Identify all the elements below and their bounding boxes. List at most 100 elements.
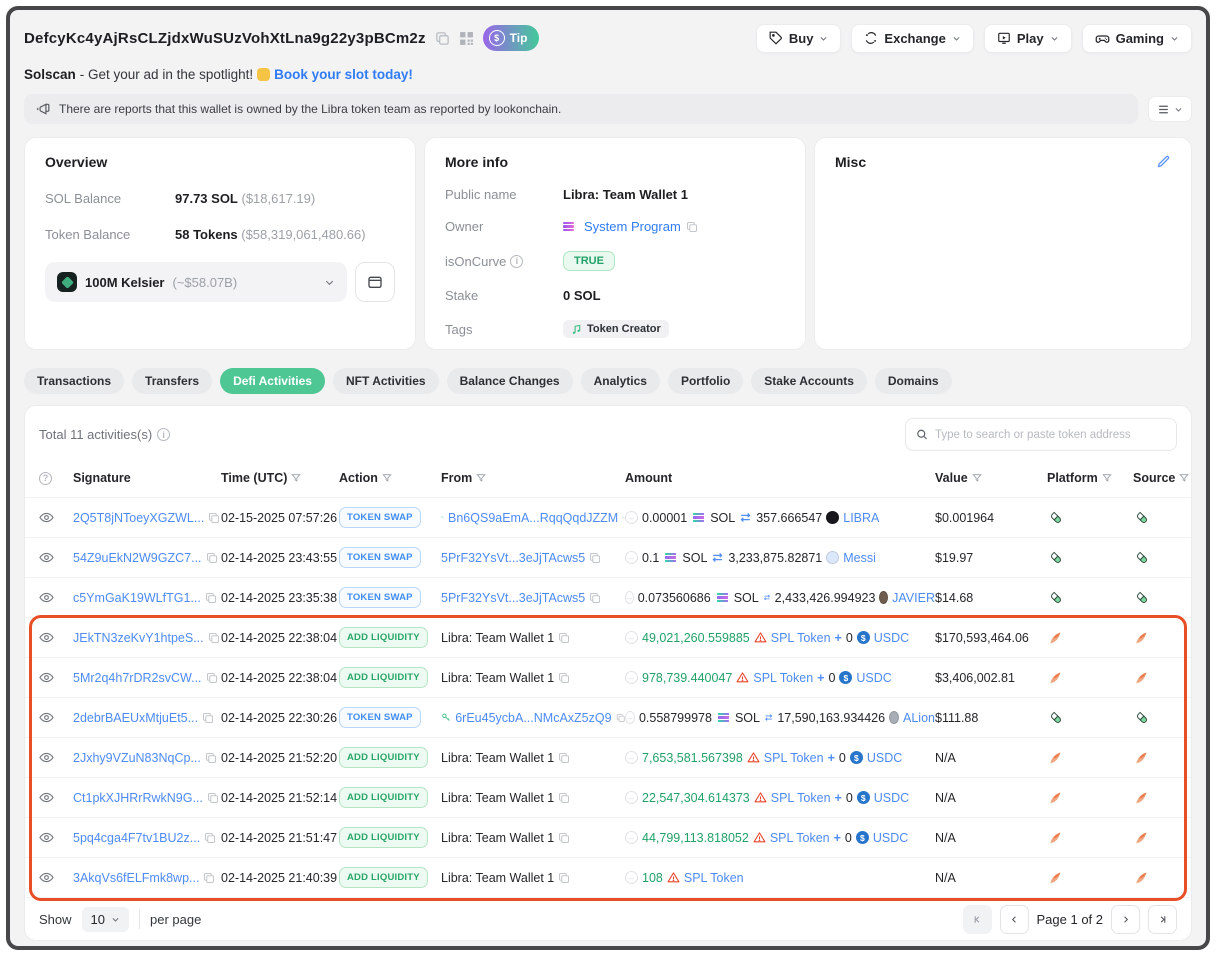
tab-portfolio[interactable]: Portfolio	[668, 368, 743, 394]
preview-eye-button[interactable]	[39, 870, 54, 885]
platform-cell[interactable]	[1047, 670, 1133, 686]
token-creator-tag[interactable]: Token Creator	[563, 320, 669, 338]
usdc-link[interactable]: USDC	[856, 671, 891, 685]
spl-token-link[interactable]: SPL Token	[771, 791, 831, 805]
column-header[interactable]: Action	[339, 471, 441, 485]
source-cell[interactable]	[1133, 549, 1177, 567]
token-out-link[interactable]: LIBRA	[843, 511, 879, 525]
amount-cell: –108SPL Token	[625, 871, 935, 885]
copy-icon[interactable]	[686, 221, 698, 233]
buy-button[interactable]: Buy	[756, 24, 842, 53]
preview-eye-button[interactable]	[39, 750, 54, 765]
token-select-dropdown[interactable]: 100M Kelsier (~$58.07B)	[45, 262, 347, 302]
portfolio-button[interactable]	[355, 262, 395, 302]
signature-link[interactable]: 2debrBAEUxMtjuEt5...	[73, 711, 198, 725]
tab-nft-activities[interactable]: NFT Activities	[333, 368, 439, 394]
token-out-link[interactable]: Messi	[843, 551, 876, 565]
platform-cell[interactable]	[1047, 709, 1133, 727]
usdc-link[interactable]: USDC	[867, 751, 902, 765]
search-input[interactable]	[935, 429, 1166, 441]
from-address-link[interactable]: 5PrF32YsVt...3eJjTAcws5	[441, 551, 585, 565]
column-header[interactable]: Time (UTC)	[221, 471, 339, 485]
spl-token-link[interactable]: SPL Token	[764, 751, 824, 765]
token-out-link[interactable]: ALion	[903, 711, 935, 725]
preview-eye-button[interactable]	[39, 670, 54, 685]
platform-cell[interactable]	[1047, 830, 1133, 846]
next-page-button[interactable]	[1111, 905, 1140, 934]
token-out-link[interactable]: JAVIER	[892, 591, 935, 605]
source-cell[interactable]	[1133, 630, 1177, 646]
signature-link[interactable]: 5Mr2q4h7rDR2svCW...	[73, 671, 202, 685]
signature-link[interactable]: Ct1pkXJHRrRwkN9G...	[73, 791, 203, 805]
signature-link[interactable]: JEkTN3zeKvY1htpeS...	[73, 631, 204, 645]
column-header[interactable]: From	[441, 471, 625, 485]
signature-link[interactable]: 5pq4cga4F7tv1BU2z...	[73, 831, 200, 845]
source-cell[interactable]	[1133, 750, 1177, 766]
preview-eye-button[interactable]	[39, 510, 54, 525]
preview-eye-button[interactable]	[39, 590, 54, 605]
signature-link[interactable]: 54Z9uEkN2W9GZC7...	[73, 551, 202, 565]
usdc-link[interactable]: USDC	[873, 831, 908, 845]
signature-link[interactable]: c5YmGaK19WLfTG1...	[73, 591, 201, 605]
spl-token-link[interactable]: SPL Token	[684, 871, 744, 885]
column-header[interactable]: Value	[935, 471, 1047, 485]
platform-cell[interactable]	[1047, 509, 1133, 527]
ad-link[interactable]: Book your slot today!	[274, 67, 413, 82]
source-cell[interactable]	[1133, 509, 1177, 527]
qr-code-icon[interactable]	[459, 31, 474, 46]
tab-stake-accounts[interactable]: Stake Accounts	[751, 368, 867, 394]
platform-cell[interactable]	[1047, 630, 1133, 646]
token-search[interactable]	[905, 418, 1177, 451]
platform-cell[interactable]	[1047, 750, 1133, 766]
platform-cell[interactable]	[1047, 790, 1133, 806]
spl-token-link[interactable]: SPL Token	[753, 671, 813, 685]
last-page-button[interactable]	[1148, 905, 1177, 934]
signature-link[interactable]: 2Jxhy9VZuN83NqCp...	[73, 751, 201, 765]
source-cell[interactable]	[1133, 870, 1177, 886]
source-cell[interactable]	[1133, 709, 1177, 727]
platform-cell[interactable]	[1047, 549, 1133, 567]
owner-link[interactable]: System Program	[584, 219, 681, 234]
from-address-link[interactable]: 6rEu45ycbA...NMcAxZ5zQ9	[455, 711, 611, 725]
copy-address-icon[interactable]	[435, 31, 450, 46]
tab-balance-changes[interactable]: Balance Changes	[447, 368, 573, 394]
preview-eye-button[interactable]	[39, 830, 54, 845]
usdc-link[interactable]: USDC	[874, 791, 909, 805]
tab-defi-activities[interactable]: Defi Activities	[220, 368, 325, 394]
preview-eye-button[interactable]	[39, 790, 54, 805]
preview-eye-button[interactable]	[39, 630, 54, 645]
tab-transactions[interactable]: Transactions	[24, 368, 124, 394]
source-cell[interactable]	[1133, 670, 1177, 686]
source-cell[interactable]	[1133, 790, 1177, 806]
signature-link[interactable]: 3AkqVs6fELFmk8wp...	[73, 871, 199, 885]
source-cell[interactable]	[1133, 830, 1177, 846]
eye-icon	[39, 830, 54, 845]
column-header: Amount	[625, 471, 935, 485]
tab-transfers[interactable]: Transfers	[132, 368, 212, 394]
tip-button[interactable]: $ Tip	[483, 25, 540, 51]
usdc-link[interactable]: USDC	[874, 631, 909, 645]
exchange-button[interactable]: Exchange	[851, 24, 973, 53]
from-address-link[interactable]: 5PrF32YsVt...3eJjTAcws5	[441, 591, 585, 605]
tab-analytics[interactable]: Analytics	[581, 368, 660, 394]
platform-cell[interactable]	[1047, 870, 1133, 886]
prev-page-button[interactable]	[1000, 905, 1029, 934]
notice-list-button[interactable]	[1148, 96, 1192, 122]
spl-token-link[interactable]: SPL Token	[771, 631, 831, 645]
from-address-link[interactable]: Bn6QS9aEmA...RqqQqdJZZM	[448, 511, 618, 525]
platform-cell[interactable]	[1047, 589, 1133, 607]
signature-link[interactable]: 2Q5T8jNToeyXGZWL...	[73, 511, 204, 525]
preview-eye-button[interactable]	[39, 550, 54, 565]
play-button[interactable]: Play	[984, 24, 1072, 53]
tab-domains[interactable]: Domains	[875, 368, 952, 394]
column-header[interactable]: Source	[1133, 471, 1189, 485]
preview-eye-button[interactable]	[39, 710, 54, 725]
gaming-button[interactable]: Gaming	[1082, 24, 1192, 53]
sol-icon	[693, 513, 704, 522]
first-page-button[interactable]	[963, 905, 992, 934]
column-header[interactable]: Platform	[1047, 471, 1133, 485]
source-cell[interactable]	[1133, 589, 1177, 607]
page-size-select[interactable]: 10	[82, 907, 129, 932]
spl-token-link[interactable]: SPL Token	[770, 831, 830, 845]
edit-pencil-icon[interactable]	[1156, 154, 1171, 169]
